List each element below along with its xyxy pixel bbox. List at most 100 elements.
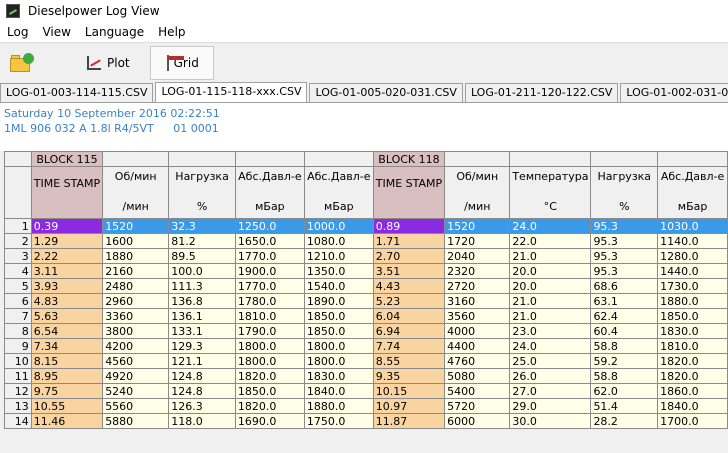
value-cell[interactable]: 5560 bbox=[102, 398, 170, 414]
value-cell[interactable]: 126.3 bbox=[168, 398, 236, 414]
timestamp-cell[interactable]: 8.95 bbox=[30, 368, 104, 384]
timestamp-cell[interactable]: 3.11 bbox=[30, 263, 104, 279]
value-cell[interactable]: 28.2 bbox=[590, 413, 659, 429]
value-cell[interactable]: 1850.0 bbox=[303, 308, 374, 324]
table-row[interactable]: 13 10.55 5560 126.3 1820.0 1880.0 10.97 5720 29.… bbox=[4, 398, 728, 414]
value-cell[interactable]: 1880.0 bbox=[303, 398, 374, 414]
table-row[interactable]: 3 2.22 1880 89.5 1770.0 1210.0 2.70 2040 21.0 95.… bbox=[4, 248, 728, 264]
value-cell[interactable]: 5720 bbox=[444, 398, 511, 414]
timestamp-cell[interactable]: 0.89 bbox=[372, 218, 446, 234]
value-cell[interactable]: 1600 bbox=[102, 233, 170, 249]
value-cell[interactable]: 1770.0 bbox=[234, 248, 305, 264]
value-cell[interactable]: 1800.0 bbox=[234, 338, 305, 354]
timestamp-cell[interactable]: 4.43 bbox=[372, 278, 446, 294]
value-cell[interactable]: 1140.0 bbox=[657, 233, 728, 249]
value-cell[interactable]: 1820.0 bbox=[657, 368, 728, 384]
menu-log[interactable]: Log bbox=[0, 25, 35, 39]
value-cell[interactable]: 1850.0 bbox=[234, 383, 305, 399]
timestamp-cell[interactable]: 3.51 bbox=[372, 263, 446, 279]
column-header[interactable]: Абс.Давл-е мБар bbox=[303, 166, 374, 219]
value-cell[interactable]: 63.1 bbox=[590, 293, 659, 309]
table-row[interactable]: 4 3.11 2160 100.0 1900.0 1350.0 3.51 2320 20.0 95… bbox=[4, 263, 728, 279]
value-cell[interactable]: 1820.0 bbox=[234, 368, 305, 384]
column-header[interactable]: Абс.Давл-е мБар bbox=[234, 166, 305, 219]
timestamp-cell[interactable]: 1.71 bbox=[372, 233, 446, 249]
value-cell[interactable]: 68.6 bbox=[590, 278, 659, 294]
table-row[interactable]: 5 3.93 2480 111.3 1770.0 1540.0 4.43 2720 20.0 68… bbox=[4, 278, 728, 294]
timestamp-cell[interactable]: 6.94 bbox=[372, 323, 446, 339]
table-row[interactable]: 6 4.83 2960 136.8 1780.0 1890.0 5.23 3160 21.0 63… bbox=[4, 293, 728, 309]
value-cell[interactable]: 95.3 bbox=[590, 218, 659, 234]
value-cell[interactable]: 21.0 bbox=[509, 248, 592, 264]
value-cell[interactable]: 2960 bbox=[102, 293, 170, 309]
value-cell[interactable]: 3560 bbox=[444, 308, 511, 324]
value-cell[interactable]: 1520 bbox=[444, 218, 511, 234]
value-cell[interactable]: 23.0 bbox=[509, 323, 592, 339]
value-cell[interactable]: 1030.0 bbox=[657, 218, 728, 234]
menu-view[interactable]: View bbox=[35, 25, 77, 39]
value-cell[interactable]: 3160 bbox=[444, 293, 511, 309]
value-cell[interactable]: 51.4 bbox=[590, 398, 659, 414]
timestamp-cell[interactable]: 11.46 bbox=[30, 413, 104, 429]
value-cell[interactable]: 111.3 bbox=[168, 278, 236, 294]
value-cell[interactable]: 1350.0 bbox=[303, 263, 374, 279]
value-cell[interactable]: 100.0 bbox=[168, 263, 236, 279]
value-cell[interactable]: 62.4 bbox=[590, 308, 659, 324]
value-cell[interactable]: 1850.0 bbox=[303, 323, 374, 339]
value-cell[interactable]: 1730.0 bbox=[657, 278, 728, 294]
timestamp-cell[interactable]: 3.93 bbox=[30, 278, 104, 294]
value-cell[interactable]: 1800.0 bbox=[234, 353, 305, 369]
menu-help[interactable]: Help bbox=[151, 25, 192, 39]
value-cell[interactable]: 95.3 bbox=[590, 248, 659, 264]
value-cell[interactable]: 124.8 bbox=[168, 368, 236, 384]
timestamp-cell[interactable]: 4.83 bbox=[30, 293, 104, 309]
table-row[interactable]: 1 0.39 1520 32.3 1250.0 1000.0 0.89 1520 24.0 95.… bbox=[4, 218, 728, 234]
value-cell[interactable]: 1650.0 bbox=[234, 233, 305, 249]
value-cell[interactable]: 4000 bbox=[444, 323, 511, 339]
value-cell[interactable]: 30.0 bbox=[509, 413, 592, 429]
value-cell[interactable]: 29.0 bbox=[509, 398, 592, 414]
table-row[interactable]: 10 8.15 4560 121.1 1800.0 1800.0 8.55 4760 25.0 5… bbox=[4, 353, 728, 369]
timestamp-cell[interactable]: 8.15 bbox=[30, 353, 104, 369]
value-cell[interactable]: 1830.0 bbox=[657, 323, 728, 339]
value-cell[interactable]: 1690.0 bbox=[234, 413, 305, 429]
timestamp-cell[interactable]: 5.63 bbox=[30, 308, 104, 324]
value-cell[interactable]: 58.8 bbox=[590, 338, 659, 354]
column-header[interactable]: Абс.Давл-е мБар bbox=[657, 166, 728, 219]
timestamp-cell[interactable]: 9.35 bbox=[372, 368, 446, 384]
value-cell[interactable]: 1820.0 bbox=[657, 353, 728, 369]
file-tab[interactable]: LOG-01-115-118-xxx.CSV bbox=[155, 82, 308, 102]
value-cell[interactable]: 62.0 bbox=[590, 383, 659, 399]
value-cell[interactable]: 2320 bbox=[444, 263, 511, 279]
value-cell[interactable]: 3360 bbox=[102, 308, 170, 324]
value-cell[interactable]: 1800.0 bbox=[303, 353, 374, 369]
column-header[interactable]: Температура °C bbox=[509, 166, 592, 219]
value-cell[interactable]: 58.8 bbox=[590, 368, 659, 384]
value-cell[interactable]: 1880.0 bbox=[657, 293, 728, 309]
value-cell[interactable]: 136.1 bbox=[168, 308, 236, 324]
value-cell[interactable]: 2480 bbox=[102, 278, 170, 294]
column-header[interactable]: Об/мин/мин bbox=[444, 166, 511, 219]
timestamp-cell[interactable]: 6.04 bbox=[372, 308, 446, 324]
value-cell[interactable]: 25.0 bbox=[509, 353, 592, 369]
value-cell[interactable]: 2160 bbox=[102, 263, 170, 279]
value-cell[interactable]: 4760 bbox=[444, 353, 511, 369]
value-cell[interactable]: 24.0 bbox=[509, 218, 592, 234]
value-cell[interactable]: 95.3 bbox=[590, 263, 659, 279]
table-row[interactable]: 11 8.95 4920 124.8 1820.0 1830.0 9.35 5080 26.0 5… bbox=[4, 368, 728, 384]
file-tab[interactable]: LOG-01-002-031-032.CSV bbox=[620, 83, 728, 102]
value-cell[interactable]: 1250.0 bbox=[234, 218, 305, 234]
value-cell[interactable]: 1810.0 bbox=[657, 338, 728, 354]
value-cell[interactable]: 1540.0 bbox=[303, 278, 374, 294]
value-cell[interactable]: 5880 bbox=[102, 413, 170, 429]
value-cell[interactable]: 1280.0 bbox=[657, 248, 728, 264]
value-cell[interactable]: 1900.0 bbox=[234, 263, 305, 279]
value-cell[interactable]: 1880 bbox=[102, 248, 170, 264]
value-cell[interactable]: 95.3 bbox=[590, 233, 659, 249]
value-cell[interactable]: 136.8 bbox=[168, 293, 236, 309]
value-cell[interactable]: 5400 bbox=[444, 383, 511, 399]
value-cell[interactable]: 4560 bbox=[102, 353, 170, 369]
file-tab[interactable]: LOG-01-211-120-122.CSV bbox=[464, 83, 619, 102]
table-row[interactable]: 2 1.29 1600 81.2 1650.0 1080.0 1.71 1720 22.0 95.… bbox=[4, 233, 728, 249]
timestamp-cell[interactable]: 7.34 bbox=[30, 338, 104, 354]
